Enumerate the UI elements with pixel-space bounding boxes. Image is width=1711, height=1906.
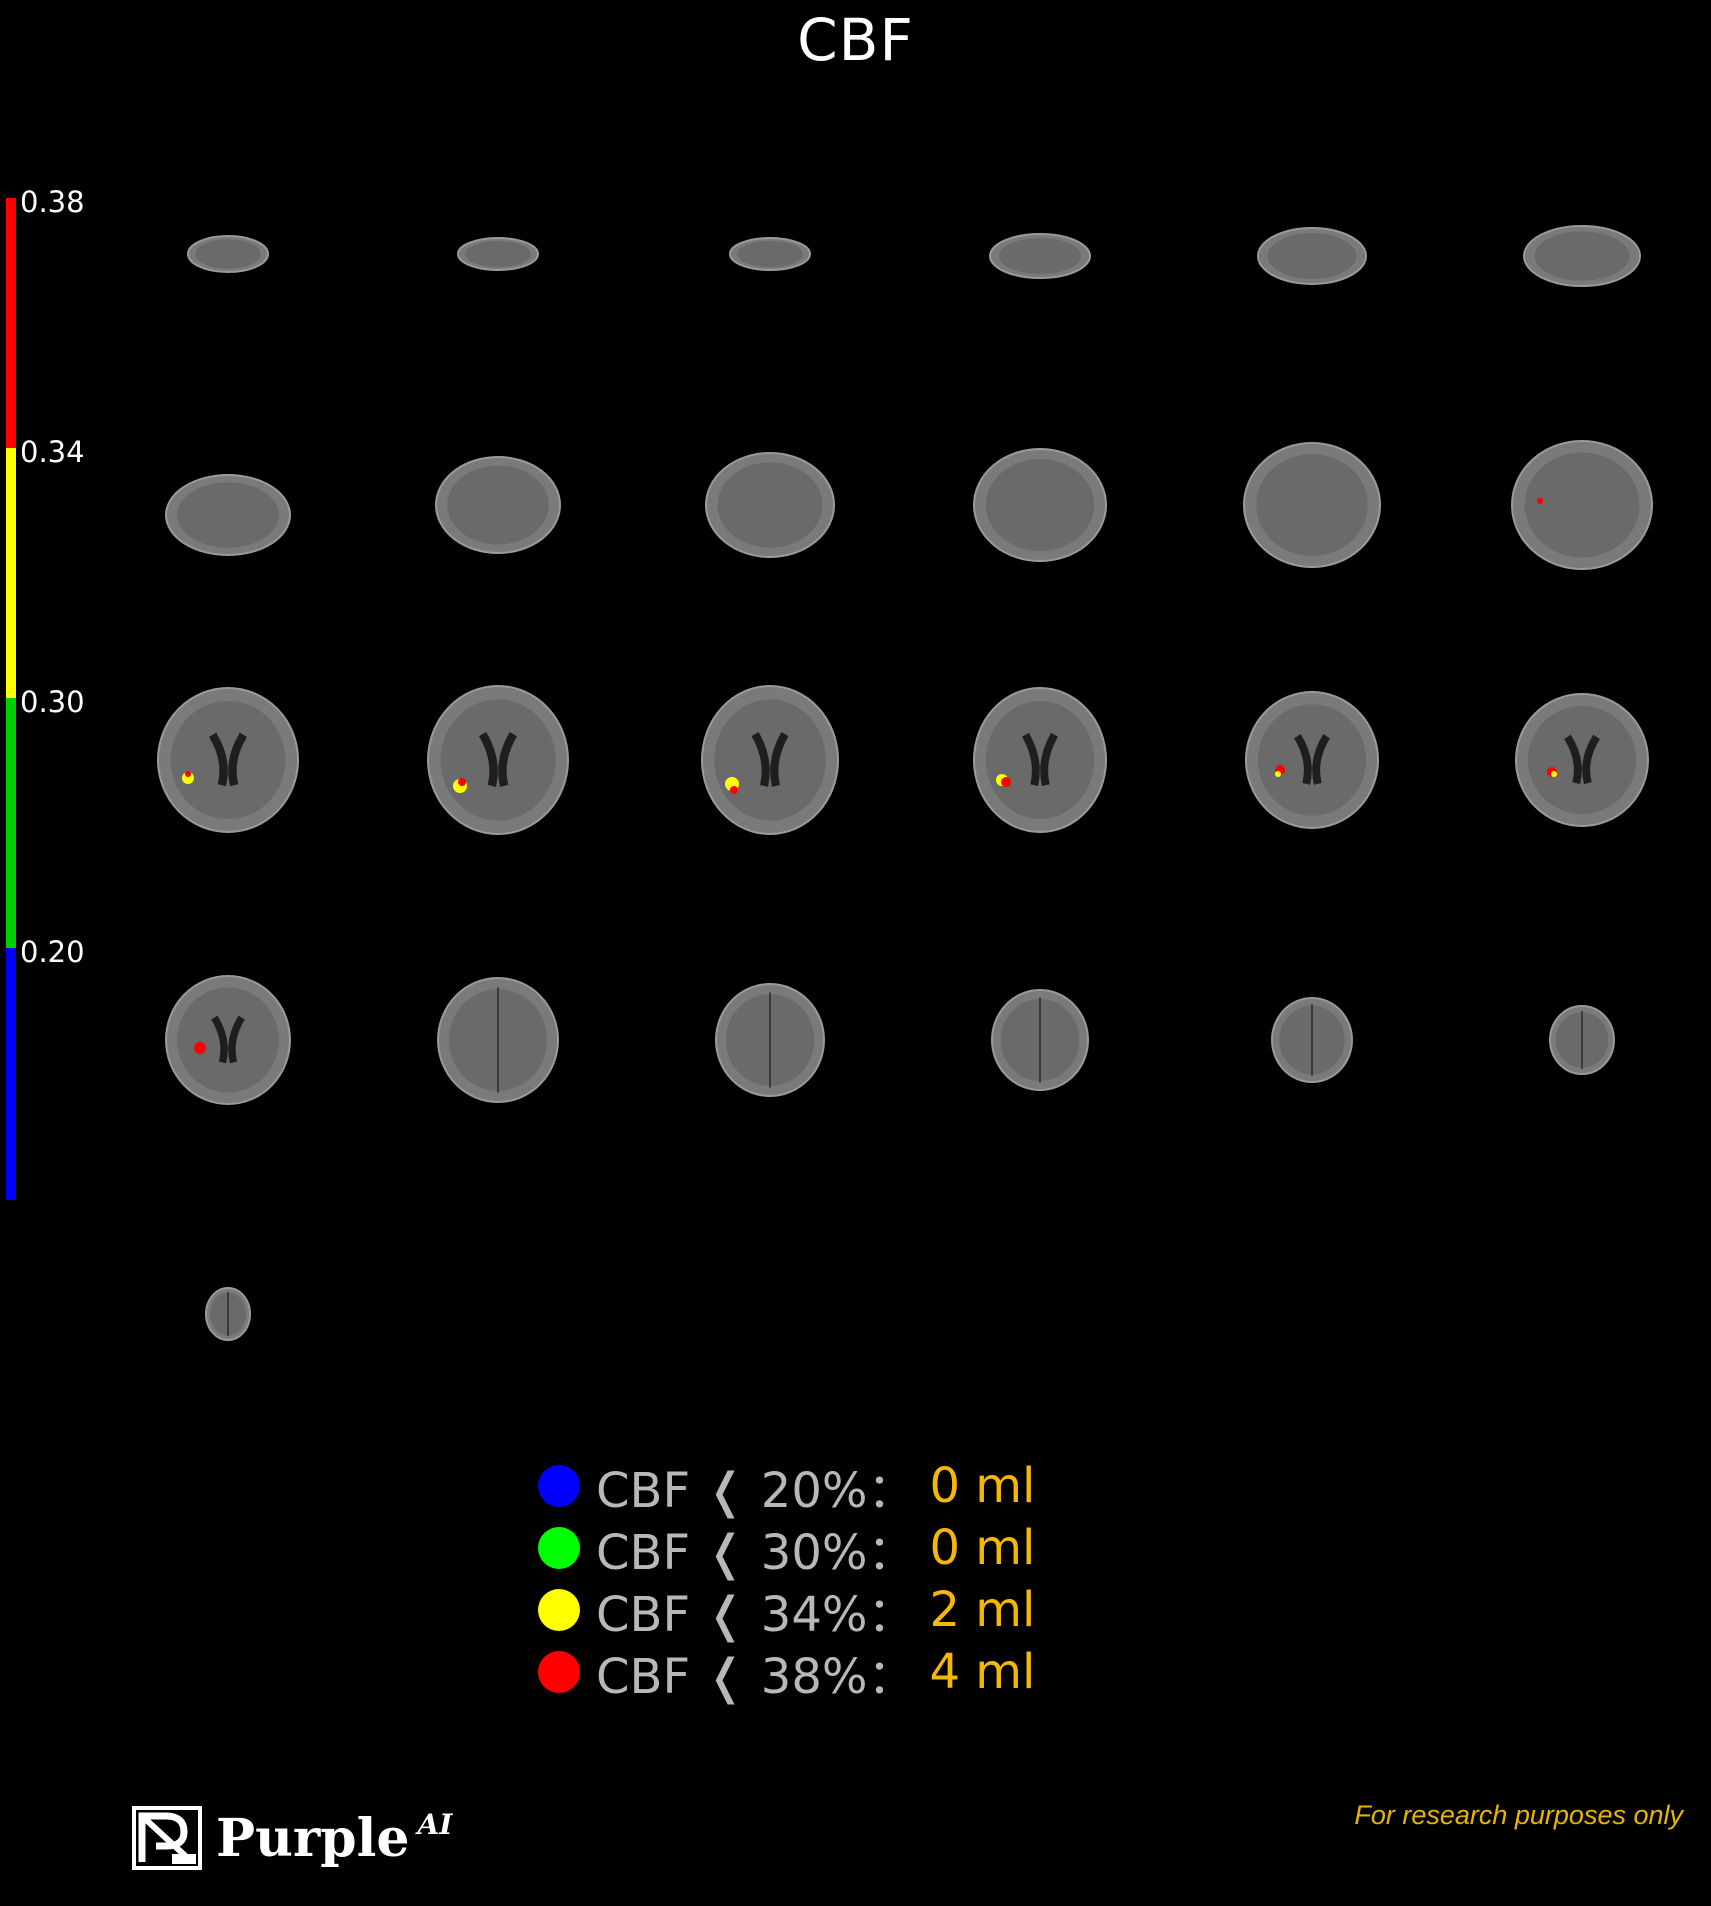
green-dot-icon (538, 1527, 580, 1569)
brain-texture (1524, 452, 1640, 558)
brain-slice (1248, 218, 1376, 294)
brain-slice (448, 228, 548, 280)
perfusion-lesion (1537, 498, 1543, 504)
brain-slice (720, 228, 820, 280)
perfusion-lesion (730, 786, 738, 794)
brain-slice (1514, 216, 1650, 296)
brain-texture (985, 459, 1095, 551)
brain-slice (964, 678, 1116, 842)
scale-segment-green (6, 698, 16, 948)
brain-slice (156, 966, 300, 1114)
brand-logo: Purple AI (132, 1806, 452, 1870)
brain-texture (714, 699, 826, 821)
brain-slice (1506, 684, 1658, 836)
blue-dot-icon (538, 1465, 580, 1507)
brain-texture (985, 700, 1095, 820)
brain-texture (447, 465, 549, 545)
brain-slice (982, 980, 1098, 1100)
perfusion-lesion (1551, 771, 1557, 777)
perfusion-lesion (1001, 777, 1011, 787)
legend-volume: 4 ml (929, 1644, 1036, 1700)
purple-logo-icon (132, 1806, 202, 1870)
legend-row: CBF ❬ 30%： 0 ml (538, 1517, 1036, 1581)
legend-label: CBF ❬ 38%： (596, 1649, 916, 1705)
volume-legend: CBF ❬ 20%： 0 ml CBF ❬ 30%： 0 ml CBF ❬ 34… (538, 1455, 1036, 1705)
brain-slice (696, 443, 844, 567)
brain-texture (737, 240, 803, 268)
scale-segment-yellow (6, 448, 16, 698)
color-scale-bar (6, 198, 16, 1200)
legend-volume: 2 ml (929, 1582, 1036, 1638)
brain-texture (177, 987, 279, 1093)
brain-texture (1256, 454, 1368, 556)
brain-texture (1527, 705, 1637, 815)
legend-row: CBF ❬ 34%： 2 ml (538, 1579, 1036, 1643)
brain-slice (178, 226, 278, 282)
brain-slice (1540, 996, 1624, 1084)
brain-slice (148, 678, 308, 842)
perfusion-lesion (1275, 771, 1281, 777)
scale-tick-label: 0.20 (20, 935, 85, 969)
brain-slice (964, 439, 1116, 571)
brain-texture (717, 462, 823, 548)
brain-slice (692, 676, 848, 844)
page-title: CBF (797, 6, 914, 74)
legend-label: CBF ❬ 34%： (596, 1587, 916, 1643)
brain-texture (999, 237, 1081, 275)
scale-segment-blue (6, 948, 16, 1200)
brain-texture (465, 240, 531, 268)
perfusion-lesion (185, 771, 191, 777)
brain-texture (177, 482, 279, 548)
brain-texture (195, 239, 261, 269)
brain-slice (1234, 433, 1390, 577)
legend-volume: 0 ml (929, 1458, 1036, 1514)
brain-texture (170, 700, 286, 820)
brain-slice (1236, 682, 1388, 838)
brain-slice (1502, 431, 1662, 579)
brain-slice (196, 1278, 260, 1350)
legend-row: CBF ❬ 38%： 4 ml (538, 1641, 1036, 1705)
yellow-dot-icon (538, 1589, 580, 1631)
legend-row: CBF ❬ 20%： 0 ml (538, 1455, 1036, 1519)
legend-label: CBF ❬ 30%： (596, 1525, 916, 1581)
brain-slice (426, 447, 570, 563)
brand-name: Purple (216, 1807, 410, 1869)
brand-suffix: AI (417, 1807, 453, 1841)
brain-texture (440, 699, 556, 821)
scale-tick-label: 0.34 (20, 435, 85, 469)
disclaimer-text: For research purposes only (1354, 1800, 1683, 1830)
scale-segment-red (6, 198, 16, 448)
brain-texture (1257, 704, 1367, 816)
brain-slice (156, 465, 300, 565)
scale-tick-label: 0.38 (20, 185, 85, 219)
brain-slice (706, 974, 834, 1106)
perfusion-lesion (458, 778, 466, 786)
brain-slice (428, 968, 568, 1112)
red-dot-icon (538, 1651, 580, 1693)
legend-volume: 0 ml (929, 1520, 1036, 1576)
legend-label: CBF ❬ 20%： (596, 1463, 916, 1519)
brain-slice (418, 676, 578, 844)
brain-texture (1534, 231, 1630, 281)
brain-slice (980, 224, 1100, 288)
brain-texture (1267, 233, 1357, 279)
brain-slice (1262, 988, 1362, 1092)
perfusion-lesion (194, 1042, 206, 1054)
scale-tick-label: 0.30 (20, 685, 85, 719)
